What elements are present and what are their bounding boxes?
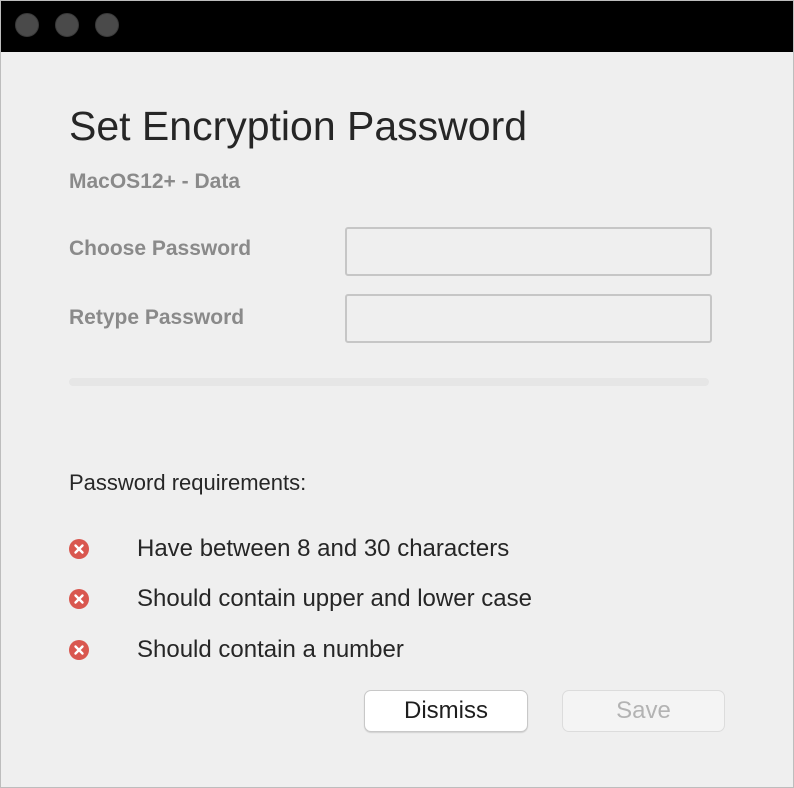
minimize-window-button[interactable] bbox=[55, 13, 79, 37]
x-circle-icon bbox=[69, 539, 89, 559]
requirement-text: Have between 8 and 30 characters bbox=[137, 535, 510, 562]
title-bar bbox=[1, 1, 793, 52]
requirement-text: Should contain upper and lower case bbox=[137, 585, 532, 612]
dismiss-button[interactable]: Dismiss bbox=[364, 690, 528, 732]
close-window-button[interactable] bbox=[15, 13, 39, 37]
choose-password-label: Choose Password bbox=[69, 237, 252, 260]
choose-password-field[interactable] bbox=[345, 227, 712, 276]
password-strength-bar bbox=[69, 378, 709, 386]
volume-subtitle: MacOS12+ - Data bbox=[69, 170, 240, 193]
x-circle-icon bbox=[69, 640, 89, 660]
zoom-window-button[interactable] bbox=[95, 13, 119, 37]
x-circle-icon bbox=[69, 589, 89, 609]
requirements-heading: Password requirements: bbox=[69, 470, 307, 495]
save-button[interactable]: Save bbox=[562, 690, 725, 732]
dialog-window: Set Encryption Password MacOS12+ - Data … bbox=[0, 0, 794, 788]
page-title: Set Encryption Password bbox=[69, 103, 528, 149]
retype-password-label: Retype Password bbox=[69, 306, 245, 329]
retype-password-field[interactable] bbox=[345, 294, 712, 343]
requirement-text: Should contain a number bbox=[137, 636, 404, 663]
